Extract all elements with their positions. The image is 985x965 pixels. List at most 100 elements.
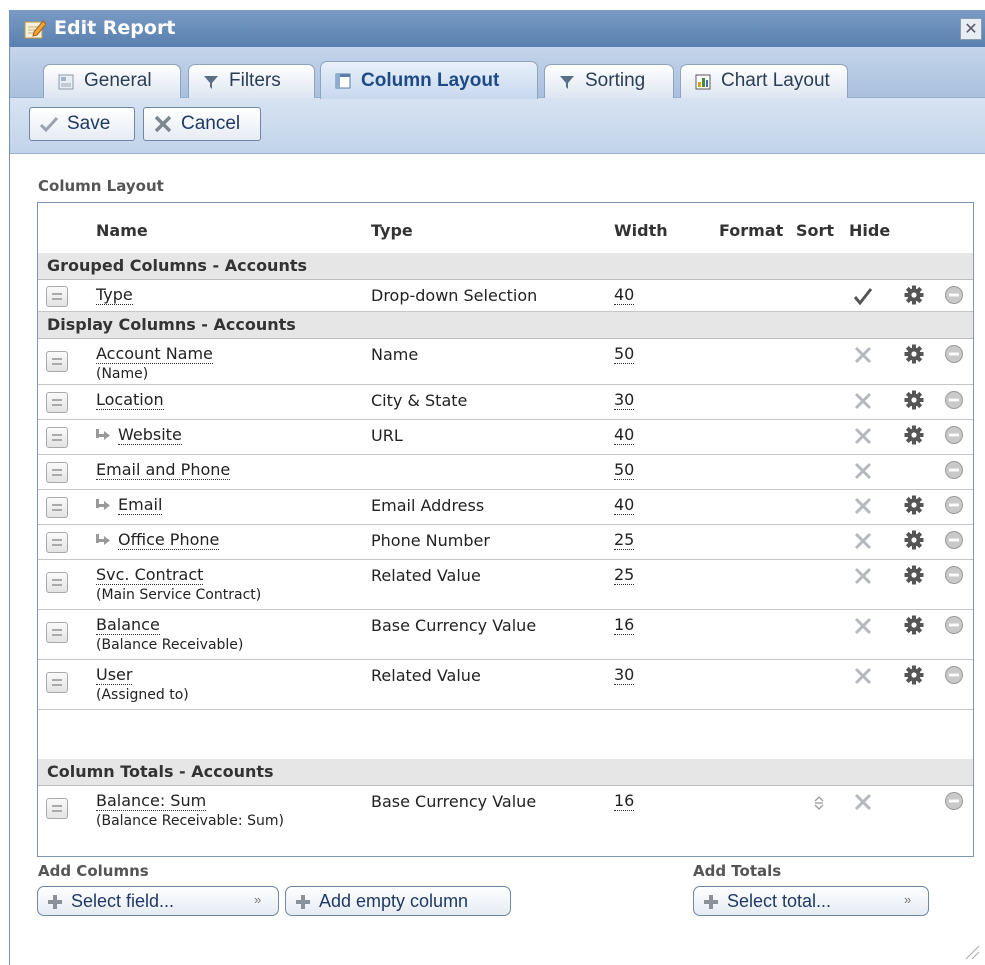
column-name-link[interactable]: Website (118, 426, 182, 445)
hide-toggle-x-icon[interactable] (853, 496, 873, 516)
drag-handle-icon[interactable] (46, 351, 68, 372)
column-width-value[interactable]: 40 (614, 286, 635, 305)
column-width-value[interactable]: 25 (614, 566, 635, 585)
remove-icon[interactable] (944, 615, 964, 635)
column-name-link[interactable]: Location (96, 391, 164, 410)
hide-toggle-x-icon[interactable] (853, 531, 873, 551)
hide-checkmark-icon[interactable] (853, 286, 873, 306)
drag-handle-icon[interactable] (46, 622, 68, 643)
dialog-title: Edit Report (54, 17, 176, 39)
remove-icon[interactable] (944, 425, 964, 445)
close-button[interactable]: ✕ (960, 18, 982, 40)
remove-icon[interactable] (944, 665, 964, 685)
hide-toggle-x-icon[interactable] (853, 461, 873, 481)
table-row: Office Phone Phone Number 25 (38, 525, 973, 560)
hide-toggle-x-icon[interactable] (853, 391, 873, 411)
drag-handle-icon[interactable] (46, 798, 68, 819)
indent-arrow-icon (96, 429, 110, 440)
table-row: Website URL 40 (38, 420, 973, 455)
column-source-label: (Balance Receivable: Sum) (96, 813, 284, 829)
column-name-link[interactable]: Account Name (96, 345, 213, 364)
remove-icon[interactable] (944, 285, 964, 305)
resize-grip-icon[interactable] (960, 940, 980, 960)
tab-chart-layout[interactable]: Chart Layout (680, 64, 848, 98)
table-row: Balance (Balance Receivable) Base Currency… (38, 610, 973, 660)
remove-icon[interactable] (944, 390, 964, 410)
column-type: Base Currency Value (371, 792, 537, 811)
header-width: Width (614, 221, 668, 240)
column-layout-icon (335, 73, 351, 89)
column-width-value[interactable]: 30 (614, 391, 635, 410)
drag-handle-icon[interactable] (46, 462, 68, 483)
column-width-value[interactable]: 40 (614, 426, 635, 445)
column-name-link[interactable]: Email (118, 496, 163, 515)
tab-column-layout[interactable]: Column Layout (320, 61, 538, 99)
gear-icon[interactable] (904, 285, 924, 305)
hide-toggle-x-icon[interactable] (853, 426, 873, 446)
add-columns-label: Add Columns (38, 862, 149, 880)
column-width-value[interactable]: 25 (614, 531, 635, 550)
cancel-button[interactable]: Cancel (143, 107, 261, 141)
hide-toggle-x-icon[interactable] (853, 792, 873, 812)
gear-icon[interactable] (904, 615, 924, 635)
remove-icon[interactable] (944, 530, 964, 550)
title-bar[interactable]: Edit Report ✕ (10, 10, 985, 47)
save-button[interactable]: Save (29, 107, 135, 141)
tab-general[interactable]: General (43, 64, 181, 98)
hide-toggle-x-icon[interactable] (853, 616, 873, 636)
table-row: User (Assigned to) Related Value 30 (38, 660, 973, 710)
hide-toggle-x-icon[interactable] (853, 566, 873, 586)
gear-icon[interactable] (904, 495, 924, 515)
drag-handle-icon[interactable] (46, 427, 68, 448)
remove-icon[interactable] (944, 791, 964, 811)
edit-report-icon (24, 20, 46, 39)
plus-icon (704, 895, 718, 909)
remove-icon[interactable] (944, 565, 964, 585)
column-name-link[interactable]: User (96, 666, 133, 685)
drag-handle-icon[interactable] (46, 672, 68, 693)
group-header-totals: Column Totals - Accounts (38, 759, 973, 786)
drag-handle-icon[interactable] (46, 392, 68, 413)
cancel-x-icon (154, 115, 172, 133)
drag-handle-icon[interactable] (46, 497, 68, 518)
select-field-dropdown[interactable]: Select field... » (37, 886, 279, 916)
remove-icon[interactable] (944, 460, 964, 480)
tab-sorting[interactable]: Sorting (544, 64, 674, 98)
add-empty-column-button[interactable]: Add empty column (285, 886, 511, 916)
column-width-value[interactable]: 40 (614, 496, 635, 515)
checkmark-icon (39, 116, 59, 133)
column-width-value[interactable]: 30 (614, 666, 635, 685)
column-type: Email Address (371, 496, 485, 515)
column-name-link[interactable]: Email and Phone (96, 461, 231, 480)
select-total-dropdown[interactable]: Select total... » (693, 886, 929, 916)
hide-toggle-x-icon[interactable] (853, 345, 873, 365)
hide-toggle-x-icon[interactable] (853, 666, 873, 686)
general-tab-icon (58, 74, 74, 90)
column-width-value[interactable]: 16 (614, 792, 635, 811)
group-header-display: Display Columns - Accounts (38, 312, 973, 339)
gear-icon[interactable] (904, 390, 924, 410)
gear-icon[interactable] (904, 425, 924, 445)
remove-icon[interactable] (944, 344, 964, 364)
column-name-link[interactable]: Office Phone (118, 531, 220, 550)
gear-icon[interactable] (904, 565, 924, 585)
drag-handle-icon[interactable] (46, 572, 68, 593)
drag-handle-icon[interactable] (46, 286, 68, 307)
column-type: Name (371, 345, 419, 364)
gear-icon[interactable] (904, 665, 924, 685)
gear-icon[interactable] (904, 344, 924, 364)
column-name-link[interactable]: Svc. Contract (96, 566, 204, 585)
table-row: Type Drop-down Selection 40 (38, 280, 973, 312)
column-name-link[interactable]: Type (96, 286, 133, 305)
column-layout-table: Name Type Width Format Sort Hide Grouped… (37, 202, 974, 857)
gear-icon[interactable] (904, 530, 924, 550)
sort-toggle-icon[interactable] (814, 796, 824, 810)
column-width-value[interactable]: 50 (614, 461, 635, 480)
column-width-value[interactable]: 50 (614, 345, 635, 364)
column-width-value[interactable]: 16 (614, 616, 635, 635)
column-name-link[interactable]: Balance (96, 616, 160, 635)
remove-icon[interactable] (944, 495, 964, 515)
drag-handle-icon[interactable] (46, 532, 68, 553)
column-name-link[interactable]: Balance: Sum (96, 792, 207, 811)
tab-filters[interactable]: Filters (188, 64, 315, 98)
